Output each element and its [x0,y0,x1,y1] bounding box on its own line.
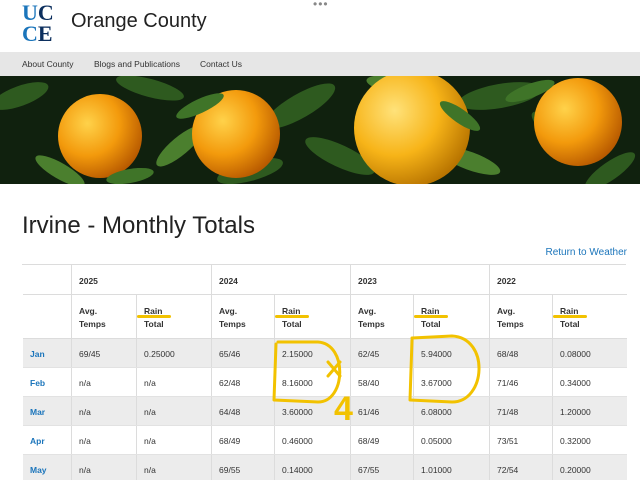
rain-total-cell: 3.67000 [413,368,489,396]
avg-temps-cell: n/a [71,455,136,480]
avg-temps-cell: 62/45 [350,339,413,367]
avg-temps-header: Avg. Temps [211,295,274,338]
avg-temps-header: Avg. Temps [71,295,136,338]
avg-temps-cell: n/a [71,368,136,396]
avg-temps-cell: 67/55 [350,455,413,480]
rain-total-cell: 1.20000 [552,397,627,425]
corner-cell [23,265,71,294]
avg-temps-header: Avg. Temps [350,295,413,338]
rain-total-cell: 0.08000 [552,339,627,367]
avg-temps-cell: 61/46 [350,397,413,425]
avg-temps-cell: 65/46 [211,339,274,367]
site-header: UC CE Orange County ••• [0,0,640,52]
year-header: 2024 [211,265,350,294]
avg-temps-cell: 69/55 [211,455,274,480]
rain-total-cell: 5.94000 [413,339,489,367]
avg-temps-cell: 68/49 [350,426,413,454]
avg-temps-cell: 69/45 [71,339,136,367]
table-row: Jan 69/45 0.25000 65/46 2.15000 62/45 5.94000 6… [23,339,627,368]
rain-total-cell: n/a [136,426,211,454]
year-header-row: 2025 2024 2023 2022 [23,265,627,295]
month-link[interactable]: Jan [23,339,71,367]
rain-highlight-mark [137,315,171,318]
rain-total-cell: 2.15000 [274,339,350,367]
table-row: Feb n/a n/a 62/48 8.16000 58/40 3.67000 71/46 0.… [23,368,627,397]
ucce-logo[interactable]: UC CE [22,2,62,46]
avg-temps-header: Avg. Temps [489,295,552,338]
avg-temps-cell: 64/48 [211,397,274,425]
avg-temps-cell: 72/54 [489,455,552,480]
avg-temps-cell: 68/48 [489,339,552,367]
rain-highlight-mark [553,315,587,318]
month-link[interactable]: Apr [23,426,71,454]
table-row: Apr n/a n/a 68/49 0.46000 68/49 0.05000 73/51 0.… [23,426,627,455]
more-icon[interactable]: ••• [313,0,329,11]
rain-total-cell: 0.25000 [136,339,211,367]
rain-total-cell: 0.34000 [552,368,627,396]
site-title[interactable]: Orange County [71,10,207,33]
avg-temps-cell: 62/48 [211,368,274,396]
return-to-weather-link[interactable]: Return to Weather [545,247,627,258]
rain-total-cell: 6.08000 [413,397,489,425]
oranges-illustration [0,76,640,184]
monthly-totals-table: 2025 2024 2023 2022 Avg. Temps Rain Total … [22,264,627,480]
rain-total-cell: n/a [136,397,211,425]
avg-temps-cell: n/a [71,426,136,454]
rain-total-cell: 3.60000 [274,397,350,425]
rain-total-cell: n/a [136,368,211,396]
rain-highlight-mark [414,315,448,318]
nav-item-blogs-and-publications[interactable]: Blogs and Publications [94,59,180,69]
rain-total-cell: 8.16000 [274,368,350,396]
avg-temps-cell: n/a [71,397,136,425]
avg-temps-cell: 68/49 [211,426,274,454]
year-header: 2022 [489,265,627,294]
nav-item-contact-us[interactable]: Contact Us [200,59,242,69]
table-row: May n/a n/a 69/55 0.14000 67/55 1.01000 72/54 0.… [23,455,627,480]
rain-highlight-mark [275,315,309,318]
year-header: 2025 [71,265,211,294]
avg-temps-cell: 58/40 [350,368,413,396]
month-link[interactable]: Mar [23,397,71,425]
avg-temps-cell: 73/51 [489,426,552,454]
table-row: Mar n/a n/a 64/48 3.60000 61/46 6.08000 71/48 1.… [23,397,627,426]
column-header-row: Avg. Temps Rain Total Avg. Temps Rain Total … [23,295,627,339]
nav-item-about-county[interactable]: About County [22,59,74,69]
rain-total-cell: 0.46000 [274,426,350,454]
rain-total-cell: n/a [136,455,211,480]
rain-total-cell: 1.01000 [413,455,489,480]
oranges-banner-image [0,76,640,184]
rain-total-cell: 0.14000 [274,455,350,480]
month-link[interactable]: Feb [23,368,71,396]
avg-temps-cell: 71/46 [489,368,552,396]
month-link[interactable]: May [23,455,71,480]
rain-total-cell: 0.05000 [413,426,489,454]
page-title: Irvine - Monthly Totals [22,212,255,239]
rain-total-cell: 0.32000 [552,426,627,454]
rain-total-cell: 0.20000 [552,455,627,480]
main-nav: About County Blogs and Publications Cont… [0,52,640,76]
avg-temps-cell: 71/48 [489,397,552,425]
year-header: 2023 [350,265,489,294]
